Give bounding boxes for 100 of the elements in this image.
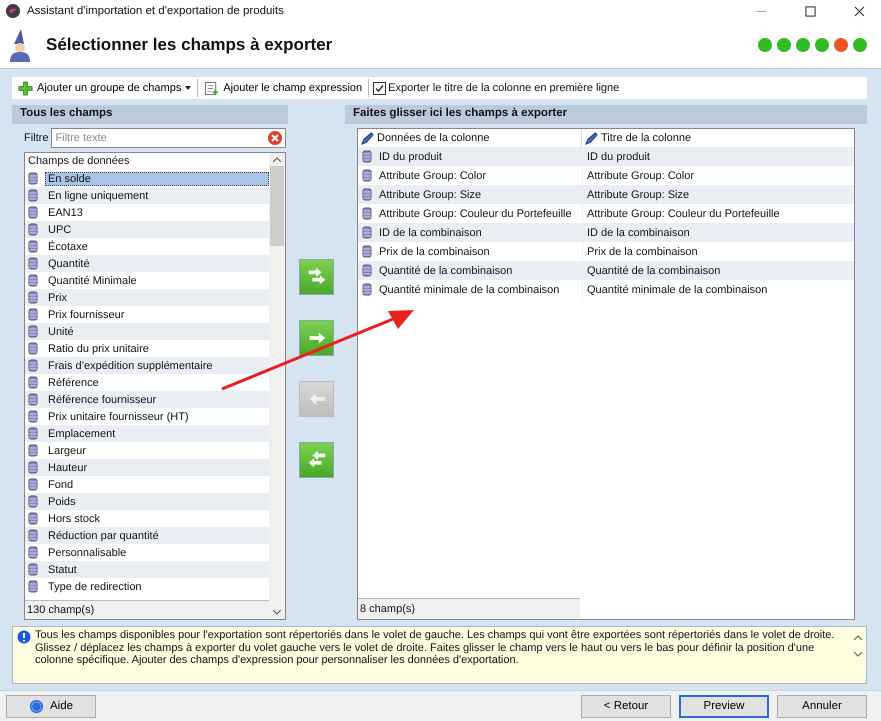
database-icon bbox=[28, 529, 38, 542]
back-button[interactable]: < Retour bbox=[581, 694, 671, 718]
column-header[interactable]: Données de la colonne bbox=[377, 132, 490, 144]
database-icon bbox=[28, 495, 38, 508]
database-icon bbox=[28, 512, 38, 525]
field-item[interactable]: Quantité bbox=[45, 256, 93, 270]
field-item[interactable]: Personnalisable bbox=[45, 546, 130, 560]
document-plus-icon bbox=[204, 80, 220, 96]
table-cell: Attribute Group: Couleur du Portefeuille bbox=[379, 208, 572, 220]
pen-icon bbox=[361, 132, 374, 144]
field-item[interactable]: Ratio du prix unitaire bbox=[45, 342, 152, 356]
field-item[interactable]: Hauteur bbox=[45, 460, 90, 474]
maximize-icon[interactable] bbox=[805, 6, 816, 16]
database-icon bbox=[362, 169, 372, 182]
clear-icon[interactable] bbox=[267, 130, 283, 146]
database-icon bbox=[28, 240, 38, 253]
table-cell: ID du produit bbox=[587, 150, 650, 162]
field-item[interactable]: En solde bbox=[45, 172, 269, 186]
panel-title: Tous les champs bbox=[12, 105, 288, 124]
database-icon bbox=[362, 150, 372, 163]
table-cell: Attribute Group: Color bbox=[379, 170, 486, 182]
scroll-thumb[interactable] bbox=[270, 166, 284, 246]
table-cell: Quantité minimale de la combinaison bbox=[379, 284, 560, 296]
field-item[interactable]: Prix unitaire fournisseur (HT) bbox=[45, 410, 192, 424]
field-item[interactable]: EAN13 bbox=[45, 206, 86, 220]
help-button[interactable]: Aide bbox=[6, 694, 96, 718]
window-title: Assistant d'importation et d'exportation de produits bbox=[27, 5, 284, 17]
add-expression-button[interactable]: Ajouter le champ expression bbox=[202, 78, 364, 98]
table-cell: ID de la combinaison bbox=[379, 226, 482, 238]
pen-icon bbox=[585, 132, 598, 144]
panel-title: Faites glisser ici les champs à exporter bbox=[345, 105, 867, 124]
database-icon bbox=[28, 189, 38, 202]
field-item[interactable]: Statut bbox=[45, 562, 80, 576]
database-icon bbox=[362, 283, 372, 296]
field-count: 130 champ(s) bbox=[27, 604, 94, 616]
database-icon bbox=[28, 172, 38, 185]
database-icon bbox=[28, 274, 38, 287]
database-icon bbox=[28, 444, 38, 457]
field-item[interactable]: Écotaxe bbox=[45, 240, 91, 254]
field-item[interactable]: Unité bbox=[45, 324, 77, 338]
list-header: Champs de données bbox=[27, 154, 131, 169]
transfer-button[interactable] bbox=[299, 320, 334, 356]
database-icon bbox=[362, 207, 372, 220]
add-group-button[interactable]: Ajouter un groupe de champs bbox=[16, 78, 194, 98]
transfer-button[interactable] bbox=[299, 442, 334, 478]
page-title: Sélectionner les champs à exporter bbox=[46, 35, 332, 55]
database-icon bbox=[362, 245, 372, 258]
scroll-down-icon[interactable] bbox=[273, 610, 281, 615]
table-cell: Prix de la combinaison bbox=[587, 246, 698, 258]
scroll-down-icon[interactable] bbox=[854, 652, 862, 657]
field-item[interactable]: Prix fournisseur bbox=[45, 308, 128, 322]
scroll-up-icon[interactable] bbox=[273, 157, 281, 162]
transfer-button[interactable] bbox=[299, 259, 334, 295]
database-icon bbox=[28, 359, 38, 372]
field-item[interactable]: UPC bbox=[45, 222, 74, 236]
export-titles-checkbox[interactable]: Exporter le titre de la colonne en première ligne bbox=[373, 82, 620, 94]
filter-label: Filtre bbox=[24, 132, 48, 144]
table-cell: Attribute Group: Size bbox=[379, 188, 482, 200]
field-item[interactable]: Largeur bbox=[45, 444, 89, 458]
caret-icon bbox=[185, 86, 192, 90]
database-icon bbox=[28, 580, 38, 593]
table-cell: ID du produit bbox=[379, 150, 442, 162]
database-icon bbox=[28, 325, 38, 338]
database-icon bbox=[28, 427, 38, 440]
database-icon bbox=[28, 461, 38, 474]
info-icon bbox=[17, 630, 31, 644]
wizard-icon bbox=[8, 28, 32, 62]
field-item[interactable]: Hors stock bbox=[45, 512, 103, 526]
database-icon bbox=[28, 257, 38, 270]
field-count: 8 champ(s) bbox=[360, 603, 416, 615]
table-cell: Attribute Group: Couleur du Portefeuille bbox=[587, 208, 780, 220]
info-text: Tous les champs disponibles pour l'exportation sont répertoriés dans le volet de gauche. Les champs qui vont être exportées sont répertoriés dans le volet de droite. Glissez / déplacez les champs à exporter du volet gauche vers le volet de droite. Faites glisser le champ vers le haut ou vers le bas pour définir la position d'une colonne spécifique. Ajouter des champs d'expression pour personnaliser les données d'exportation. bbox=[35, 629, 836, 666]
database-icon bbox=[28, 563, 38, 576]
app-logo-icon bbox=[5, 3, 21, 19]
field-item[interactable]: Type de redirection bbox=[45, 580, 145, 594]
field-item[interactable]: Quantité Minimale bbox=[45, 274, 140, 288]
preview-button[interactable]: Preview bbox=[679, 694, 769, 718]
filter-field[interactable]: Filtre texte bbox=[51, 128, 286, 148]
database-icon bbox=[362, 264, 372, 277]
plus-icon bbox=[18, 80, 33, 96]
database-icon bbox=[362, 226, 372, 239]
field-item[interactable]: Fond bbox=[45, 478, 76, 492]
scrollbar[interactable] bbox=[269, 153, 285, 619]
field-item[interactable]: Poids bbox=[45, 494, 79, 508]
field-item[interactable]: Référence bbox=[45, 376, 102, 390]
database-icon bbox=[28, 410, 38, 423]
database-icon bbox=[28, 376, 38, 389]
table-cell: Attribute Group: Color bbox=[587, 170, 694, 182]
field-item[interactable]: Prix bbox=[45, 290, 70, 304]
database-icon bbox=[28, 393, 38, 406]
table-cell: Prix de la combinaison bbox=[379, 246, 490, 258]
database-icon bbox=[362, 188, 372, 201]
cancel-button[interactable]: Annuler bbox=[777, 694, 867, 718]
column-header[interactable]: Titre de la colonne bbox=[601, 132, 692, 144]
table-cell: Quantité minimale de la combinaison bbox=[587, 284, 768, 296]
database-icon bbox=[28, 308, 38, 321]
database-icon bbox=[28, 546, 38, 559]
database-icon bbox=[28, 342, 38, 355]
scroll-up-icon[interactable] bbox=[854, 635, 862, 640]
close-icon[interactable] bbox=[854, 6, 865, 16]
